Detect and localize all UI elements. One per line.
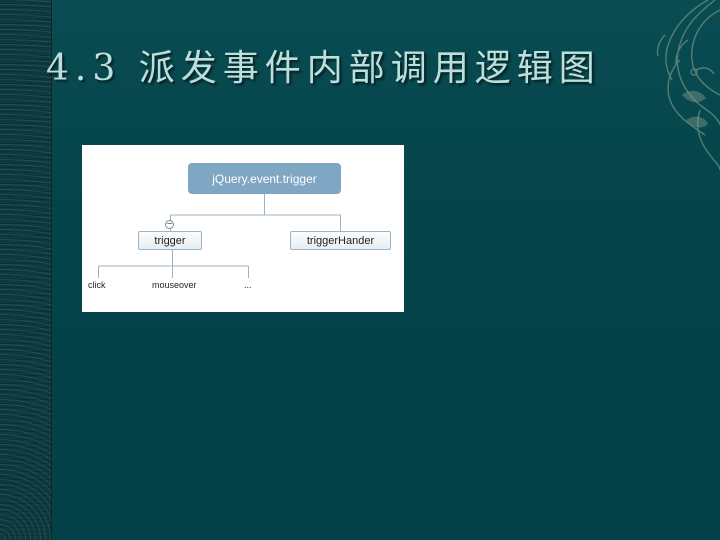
- trigger-node: trigger: [138, 231, 202, 250]
- trigger-handler-node: triggerHander: [290, 231, 391, 250]
- leaf-click: click: [88, 280, 106, 290]
- trigger-logic-diagram: jQuery.event.trigger − trigger triggerHa…: [82, 145, 404, 312]
- leaf-mouseover: mouseover: [152, 280, 197, 290]
- phoenix-ornament-icon: [656, 0, 720, 170]
- slide-title: 4.3 派发事件内部调用逻辑图: [46, 48, 601, 89]
- left-pattern-strip: [0, 0, 52, 540]
- collapse-minus-icon[interactable]: −: [165, 220, 174, 229]
- leaf-ellipsis: ...: [244, 280, 252, 290]
- root-node: jQuery.event.trigger: [188, 163, 341, 194]
